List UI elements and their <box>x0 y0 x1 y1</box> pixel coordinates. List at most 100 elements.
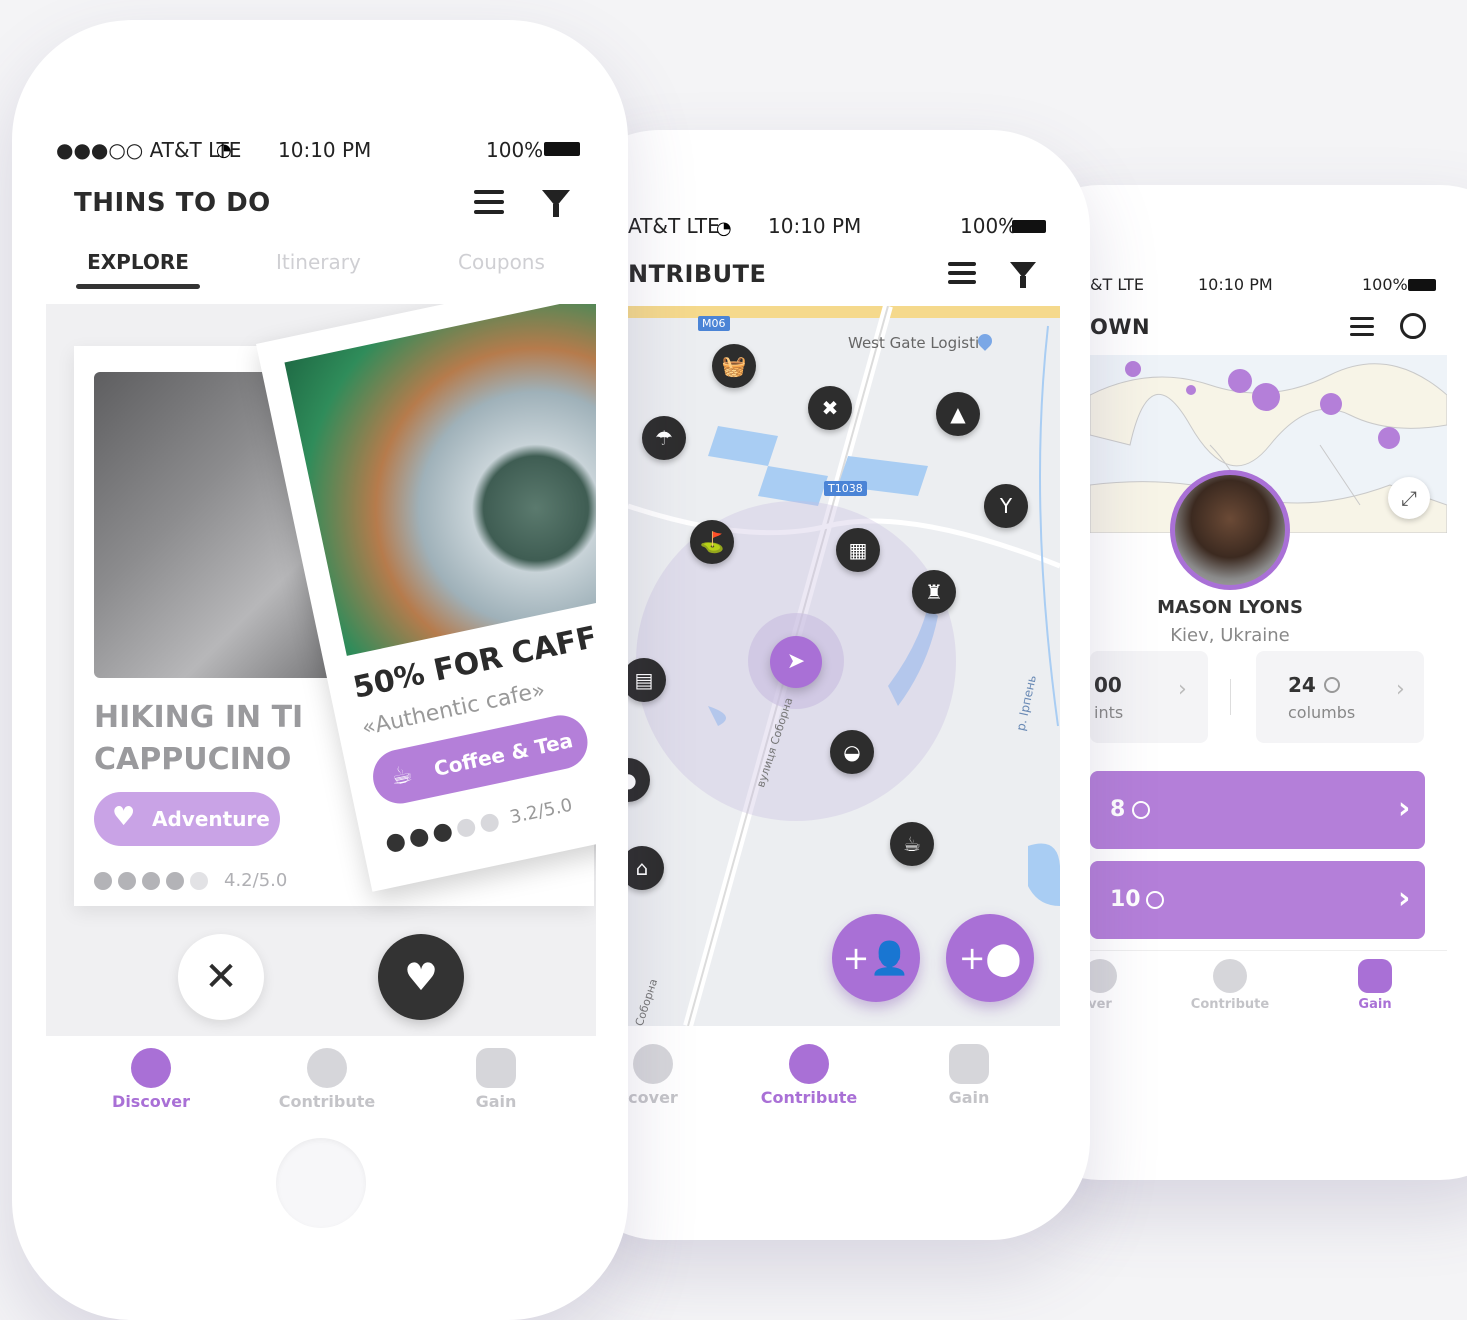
nav-label: cover <box>628 1088 678 1107</box>
nav-discover[interactable]: cover <box>628 1044 688 1107</box>
card-title: CAPPUCINO <box>94 742 292 777</box>
nav-contribute[interactable]: Contribute <box>754 1044 864 1107</box>
add-friend-button[interactable]: +👤 <box>832 914 920 1002</box>
tab-label: EXPLORE <box>87 250 189 274</box>
expand-map-button[interactable]: ⤢ <box>1388 477 1430 519</box>
battery-icon <box>1408 279 1436 291</box>
tab-itinerary[interactable]: Itinerary <box>276 250 361 274</box>
nav-label: Gain <box>475 1092 517 1111</box>
filter-icon-stem <box>553 204 559 217</box>
menu-icon[interactable] <box>1350 317 1374 336</box>
wifi-icon: ◔ <box>716 218 732 239</box>
nav-discover[interactable]: Discover <box>96 1048 206 1111</box>
page-title: THINS TO DO <box>74 188 271 218</box>
tab-indicator <box>76 284 200 289</box>
nav-label: Contribute <box>760 1088 858 1107</box>
status-time: 10:10 PM <box>768 214 862 238</box>
map-marker[interactable] <box>1125 361 1141 377</box>
nav-gain[interactable]: Gain <box>1340 959 1410 1012</box>
map-marker[interactable] <box>1252 383 1280 411</box>
screen-gain: &T LTE 10:10 PM 100% OWN ⤢ MASON LYONS K… <box>1090 275 1447 1175</box>
chevron-right-icon: › <box>1398 881 1411 916</box>
status-signal: &T LTE <box>1090 275 1144 294</box>
status-signal: AT&T LTE <box>628 214 720 238</box>
columb-icon[interactable] <box>1400 313 1426 339</box>
nav-label: Contribute <box>1190 997 1270 1012</box>
shopping-bag-pin[interactable]: ◒ <box>830 730 874 774</box>
bottom-nav: cover Contribute Gain <box>628 1030 1060 1130</box>
nav-gain[interactable]: Gain <box>456 1048 536 1111</box>
shop-basket-pin[interactable]: 🧺 <box>712 344 756 388</box>
balloon-icon: ♥ <box>112 802 136 832</box>
nav-contribute[interactable]: Contribute <box>272 1048 382 1111</box>
rating-dots <box>385 811 507 857</box>
tab-coupons[interactable]: Coupons <box>458 250 545 274</box>
map-marker[interactable] <box>1320 393 1342 415</box>
rating-value: 3.2/5.0 <box>507 794 575 829</box>
compass-icon <box>1090 959 1117 993</box>
menu-icon[interactable] <box>948 262 976 284</box>
flag-icon <box>789 1044 829 1084</box>
reward-item[interactable]: 8 › <box>1090 771 1425 849</box>
stat-columbs[interactable]: 24 columbs › <box>1256 651 1424 743</box>
road-label: M06 <box>698 316 730 331</box>
nav-gain[interactable]: Gain <box>934 1044 1004 1107</box>
road-label: T1038 <box>824 481 867 496</box>
columb-icon <box>1132 801 1150 819</box>
golf-pin[interactable]: ⛳ <box>690 520 734 564</box>
map-marker[interactable] <box>1186 385 1196 395</box>
page-title: OWN <box>1090 315 1151 339</box>
status-battery: 100% <box>960 214 1018 238</box>
tag-label: Adventure <box>152 807 270 831</box>
nav-contribute[interactable]: Contribute <box>1190 959 1270 1012</box>
park-tree-pin[interactable]: ▲ <box>936 392 980 436</box>
stat-value: 24 <box>1288 673 1316 697</box>
restaurant-pin[interactable]: ✖ <box>808 386 852 430</box>
reward-item[interactable]: 10 › <box>1090 861 1425 939</box>
stat-value: 00 <box>1094 673 1122 697</box>
dislike-button[interactable]: ✕ <box>178 934 264 1020</box>
compass-icon <box>131 1048 171 1088</box>
my-location-button[interactable]: ➤ <box>770 636 822 688</box>
card-image <box>284 304 596 656</box>
heart-icon: ♥ <box>403 955 439 999</box>
map[interactable]: M06 T1038 West Gate Logistic вулиця Собо… <box>628 306 1060 1026</box>
nav-label: Discover <box>112 1092 190 1111</box>
status-time: 10:10 PM <box>278 138 372 162</box>
home-button[interactable] <box>276 1138 366 1228</box>
battery-icon <box>544 142 580 156</box>
coffee-cup-icon: ☕ <box>388 759 416 792</box>
avatar[interactable] <box>1170 470 1290 590</box>
filter-icon-stem <box>1020 276 1026 288</box>
reward-amount: 8 <box>1110 797 1126 822</box>
nav-discover[interactable]: ver <box>1090 959 1130 1012</box>
map-marker[interactable] <box>1378 427 1400 449</box>
bottom-nav: ver Contribute Gain <box>1090 950 1447 1031</box>
phone-contribute: AT&T LTE ◔ 10:10 PM 100% NTRIBUTE M06 T1… <box>560 130 1090 1240</box>
wifi-icon: ◔ <box>216 140 232 161</box>
tag-adventure[interactable]: ♥ Adventure <box>94 792 280 846</box>
like-button[interactable]: ♥ <box>378 934 464 1020</box>
beach-palm-pin[interactable]: ☂ <box>642 416 686 460</box>
columb-icon <box>1324 677 1340 693</box>
cinema-film-pin[interactable]: ▦ <box>836 528 880 572</box>
stat-label: columbs <box>1288 703 1356 722</box>
flag-icon <box>1213 959 1247 993</box>
map-marker[interactable] <box>1228 369 1252 393</box>
monument-pin[interactable]: ♜ <box>912 570 956 614</box>
page-title: NTRIBUTE <box>628 260 767 288</box>
tag-label: Coffee & Tea <box>431 728 575 781</box>
bar-cocktail-pin[interactable]: Y <box>984 484 1028 528</box>
rating-dots <box>94 872 214 894</box>
chevron-right-icon: › <box>1398 791 1411 826</box>
nav-label: Gain <box>1358 997 1392 1012</box>
menu-icon[interactable] <box>474 190 504 214</box>
card-title: HIKING IN TI <box>94 700 304 735</box>
add-place-button[interactable]: +⬤ <box>946 914 1034 1002</box>
tab-explore[interactable]: EXPLORE <box>76 250 200 289</box>
stat-points[interactable]: 00 ints › <box>1090 651 1208 743</box>
coffee-cup-pin[interactable]: ☕ <box>890 822 934 866</box>
status-battery: 100% <box>1362 275 1408 294</box>
columb-icon <box>1146 891 1164 909</box>
reward-amount: 10 <box>1110 887 1141 912</box>
